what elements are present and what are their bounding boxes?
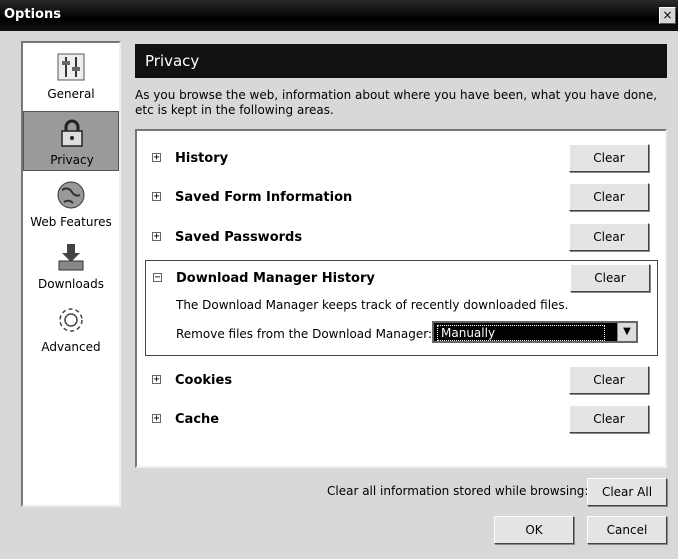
expand-toggle[interactable]: + xyxy=(152,232,161,242)
expand-toggle[interactable]: + xyxy=(152,414,161,424)
category-label: Advanced xyxy=(41,340,101,354)
cancel-button[interactable]: Cancel xyxy=(587,516,667,544)
remove-files-value: Manually xyxy=(437,325,605,341)
category-advanced[interactable]: Advanced xyxy=(23,299,119,359)
clear-all-button[interactable]: Clear All xyxy=(587,478,667,506)
expand-toggle[interactable]: + xyxy=(152,375,161,385)
category-privacy[interactable]: Privacy xyxy=(23,111,119,171)
category-label: Downloads xyxy=(38,277,104,291)
privacy-items-list: + History Clear + Saved Form Information… xyxy=(135,129,667,468)
gear-icon xyxy=(59,308,83,332)
privacy-item-cache: + Cache Clear xyxy=(145,402,657,442)
page-title: Privacy xyxy=(145,52,200,70)
item-name: Saved Form Information xyxy=(175,190,353,205)
clear-history-button[interactable]: Clear xyxy=(569,144,649,172)
category-list: General Privacy Web Features Downloads A… xyxy=(21,41,121,507)
dropdown-arrow-icon[interactable]: ▼ xyxy=(617,323,636,341)
category-general[interactable]: General xyxy=(23,46,119,106)
clear-cache-button[interactable]: Clear xyxy=(569,405,649,433)
collapse-toggle[interactable]: − xyxy=(153,273,162,283)
privacy-item-cookies: + Cookies Clear xyxy=(145,363,657,403)
clear-cookies-button[interactable]: Clear xyxy=(569,366,649,394)
options-window: Options × General Privacy Web Features D… xyxy=(0,0,678,559)
clear-passwords-button[interactable]: Clear xyxy=(569,223,649,251)
download-manager-description: The Download Manager keeps track of rece… xyxy=(176,298,569,312)
item-name: Cache xyxy=(175,412,220,427)
category-label: Web Features xyxy=(30,215,112,229)
category-downloads[interactable]: Downloads xyxy=(23,236,119,296)
page-header: Privacy xyxy=(135,44,667,78)
item-name: History xyxy=(175,151,229,166)
window-title: Options xyxy=(4,7,61,22)
expand-toggle[interactable]: + xyxy=(152,192,161,202)
category-label: General xyxy=(47,87,95,101)
item-name: Download Manager History xyxy=(176,271,375,286)
globe-icon xyxy=(57,181,85,209)
privacy-description: As you browse the web, information about… xyxy=(135,88,658,117)
title-bar[interactable]: Options × xyxy=(0,0,678,31)
lock-icon xyxy=(61,119,83,147)
privacy-item-saved-form-information: + Saved Form Information Clear xyxy=(145,180,657,220)
general-switches-icon xyxy=(57,53,85,81)
remove-files-label: Remove files from the Download Manager: xyxy=(176,327,432,341)
privacy-item-download-manager-history: − Download Manager History Clear The Dow… xyxy=(145,260,658,356)
clear-form-information-button[interactable]: Clear xyxy=(569,183,649,211)
category-label: Privacy xyxy=(50,153,94,167)
clear-all-label: Clear all information stored while brows… xyxy=(327,484,589,498)
item-name: Saved Passwords xyxy=(175,230,303,245)
close-button[interactable]: × xyxy=(659,7,676,24)
download-tray-icon xyxy=(58,244,84,271)
clear-download-history-button[interactable]: Clear xyxy=(570,264,650,292)
item-name: Cookies xyxy=(175,373,233,388)
category-web-features[interactable]: Web Features xyxy=(23,174,119,234)
expand-toggle[interactable]: + xyxy=(152,153,161,163)
privacy-item-history: + History Clear xyxy=(145,141,657,181)
ok-button[interactable]: OK xyxy=(494,516,574,544)
remove-files-select[interactable]: Manually ▼ xyxy=(432,321,638,343)
privacy-item-saved-passwords: + Saved Passwords Clear xyxy=(145,220,657,260)
